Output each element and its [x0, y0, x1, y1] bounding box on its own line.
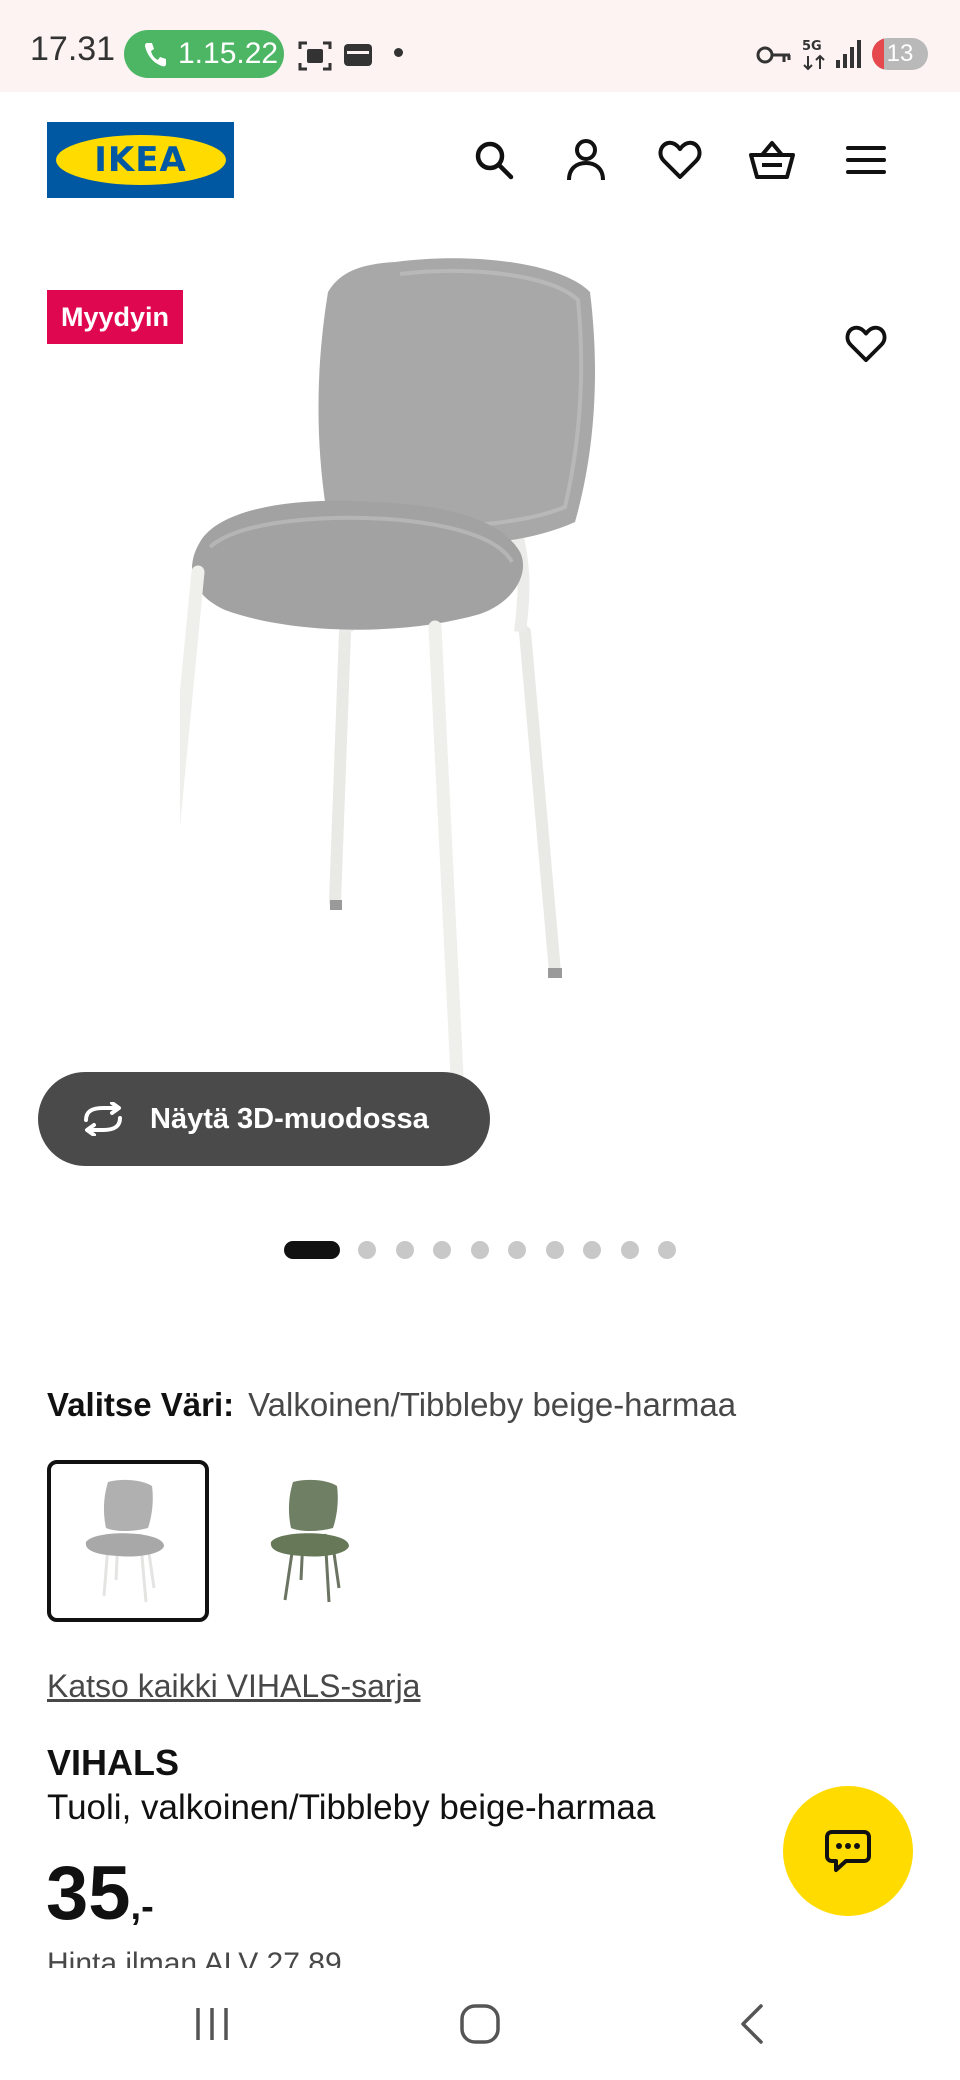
menu-button[interactable]: [834, 128, 898, 192]
gallery-dot-5[interactable]: [471, 1241, 489, 1259]
logo-text: IKEA: [94, 140, 187, 180]
chair-thumbnail-green: [270, 1479, 349, 1603]
screenshot-icon: [298, 41, 332, 71]
bestseller-badge: Myydyin: [47, 290, 184, 344]
add-to-favourites-button[interactable]: [834, 312, 898, 376]
gallery-pagination: [0, 1239, 960, 1259]
ikea-logo[interactable]: IKEA: [47, 122, 234, 198]
color-label: Valitse Väri:: [47, 1386, 235, 1423]
series-link[interactable]: Katso kaikki VIHALS-sarja: [47, 1668, 420, 1705]
chat-icon: [825, 1830, 871, 1872]
view-3d-button[interactable]: Näytä 3D-muodossa: [38, 1072, 490, 1166]
system-navigation-bar: [0, 1968, 960, 2080]
search-icon: [475, 141, 514, 180]
gallery-dot-2[interactable]: [358, 1241, 376, 1259]
color-selector-label: Valitse Väri: Valkoinen/Tibbleby beige-ha…: [47, 1386, 736, 1424]
battery-level: 13: [886, 40, 914, 67]
5g-icon: 5G: [802, 39, 825, 71]
search-button[interactable]: [462, 128, 526, 192]
battery-icon: 13: [872, 38, 928, 70]
key-icon: [756, 46, 791, 64]
product-description: Tuoli, valkoinen/Tibbleby beige-harmaa: [47, 1788, 656, 1827]
product-price: 35,-: [46, 1850, 154, 1937]
gallery-dot-3[interactable]: [396, 1241, 414, 1259]
chair-thumbnail-grey: [85, 1479, 164, 1603]
gallery-dot-7[interactable]: [546, 1241, 564, 1259]
price-decimal: ,-: [130, 1886, 154, 1928]
heart-icon: [845, 325, 887, 363]
status-bar: 17.31 1.15.22 5G 13: [0, 0, 960, 92]
recent-apps-icon: [196, 2008, 228, 2040]
rotate-3d-icon: [84, 1102, 122, 1136]
menu-icon: [846, 146, 886, 174]
recent-apps-button[interactable]: [172, 1992, 252, 2056]
color-value: Valkoinen/Tibbleby beige-harmaa: [248, 1386, 737, 1423]
back-button[interactable]: [712, 1992, 792, 2056]
call-timer: 1.15.22: [178, 37, 279, 70]
profile-icon: [567, 139, 605, 181]
price-integer: 35: [46, 1851, 131, 1936]
profile-button[interactable]: [554, 128, 618, 192]
product-name: VIHALS: [47, 1742, 180, 1783]
gallery-dot-4[interactable]: [433, 1241, 451, 1259]
color-swatch-green[interactable]: [232, 1460, 394, 1622]
gallery-dot-10[interactable]: [658, 1241, 676, 1259]
home-button[interactable]: [440, 1992, 520, 2056]
cart-icon: [749, 141, 795, 179]
active-call-pill[interactable]: 1.15.22: [124, 30, 284, 78]
favourites-button[interactable]: [648, 128, 712, 192]
gallery-dot-1[interactable]: [284, 1241, 340, 1259]
gallery-dot-9[interactable]: [621, 1241, 639, 1259]
back-icon: [741, 2004, 763, 2044]
status-time: 17.31: [30, 30, 116, 68]
heart-icon: [658, 140, 702, 179]
notification-dot: [394, 48, 403, 57]
view-3d-label: Näytä 3D-muodossa: [150, 1102, 429, 1135]
gallery-dot-8[interactable]: [583, 1241, 601, 1259]
site-header: IKEA: [0, 92, 960, 232]
vat-text: Hinta ilman ALV 27,89: [47, 1947, 342, 1968]
cart-button[interactable]: [740, 128, 804, 192]
wallet-icon: [344, 44, 372, 66]
svg-text:5G: 5G: [802, 39, 822, 54]
price-without-vat: Hinta ilman ALV 27,89: [47, 1946, 547, 1968]
color-swatch-light-grey[interactable]: [47, 1460, 209, 1622]
product-gallery[interactable]: Myydyin Näytä 3D-muodossa: [0, 232, 960, 1272]
phone-call-icon: [145, 43, 166, 67]
home-icon: [460, 2004, 500, 2044]
gallery-dot-6[interactable]: [508, 1241, 526, 1259]
chat-button[interactable]: [783, 1786, 913, 1916]
signal-icon: [836, 40, 861, 68]
